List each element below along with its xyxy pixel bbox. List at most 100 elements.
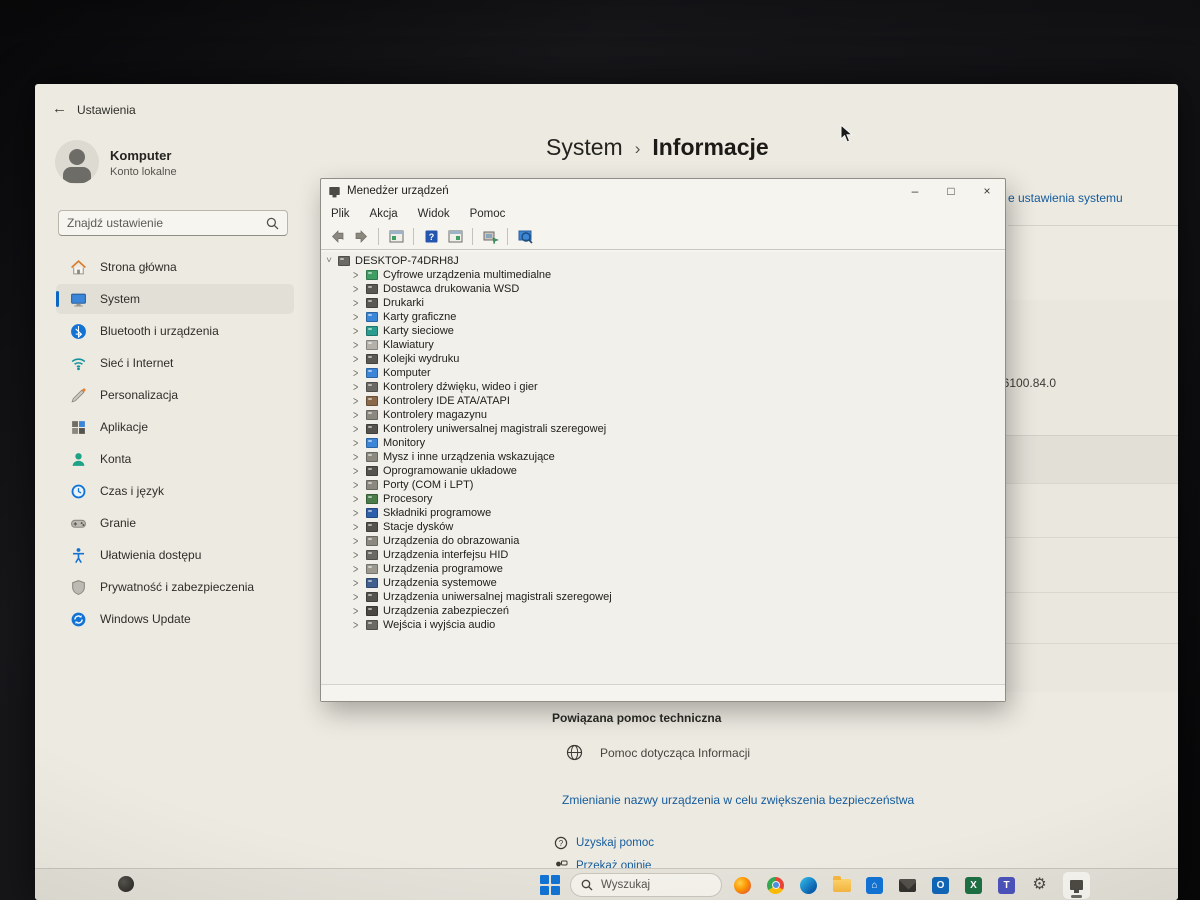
device-manager-taskbar-icon[interactable]	[1063, 872, 1090, 899]
console-tree-icon[interactable]	[386, 227, 406, 247]
sidebar-item-granie[interactable]: Granie	[56, 508, 294, 538]
sidebar-item-prywatno-i-zabezpieczenia[interactable]: Prywatność i zabezpieczenia	[56, 572, 294, 602]
tree-chevron-icon[interactable]: >	[353, 493, 361, 506]
tree-chevron-icon[interactable]: >	[353, 381, 361, 394]
device-tree-row[interactable]: >Wejścia i wyjścia audio	[353, 618, 495, 632]
device-tree-root[interactable]: >DESKTOP-74DRH8J	[325, 254, 459, 268]
edge-icon[interactable]	[799, 876, 818, 895]
tree-chevron-icon[interactable]: >	[353, 619, 361, 632]
properties-icon[interactable]	[445, 227, 465, 247]
outlook-icon[interactable]: O	[931, 876, 950, 895]
tree-chevron-icon[interactable]: >	[353, 297, 361, 310]
scan-hardware-icon[interactable]	[480, 227, 500, 247]
avatar[interactable]	[55, 140, 99, 184]
store-icon[interactable]: ⌂	[865, 876, 884, 895]
tree-chevron-icon[interactable]: >	[324, 257, 334, 265]
device-tree-row[interactable]: >Kontrolery uniwersalnej magistrali szer…	[353, 422, 606, 436]
device-tree-row[interactable]: >Urządzenia interfejsu HID	[353, 548, 508, 562]
tree-chevron-icon[interactable]: >	[353, 423, 361, 436]
help-icon[interactable]: ?	[421, 227, 441, 247]
device-tree-row[interactable]: >Monitory	[353, 436, 425, 450]
device-tree-row[interactable]: >Komputer	[353, 366, 431, 380]
tree-chevron-icon[interactable]: >	[353, 395, 361, 408]
settings-gear[interactable]: ⚙	[1030, 876, 1049, 895]
device-tree-row[interactable]: >Urządzenia systemowe	[353, 576, 497, 590]
tree-chevron-icon[interactable]: >	[353, 409, 361, 422]
tree-chevron-icon[interactable]: >	[353, 521, 361, 534]
mail-icon[interactable]	[898, 876, 917, 895]
tree-chevron-icon[interactable]: >	[353, 479, 361, 492]
tree-chevron-icon[interactable]: >	[353, 437, 361, 450]
tree-chevron-icon[interactable]: >	[353, 367, 361, 380]
tree-chevron-icon[interactable]: >	[353, 311, 361, 324]
device-tree-row[interactable]: >Karty graficzne	[353, 310, 456, 324]
search-input[interactable]: Znajdź ustawienie	[58, 210, 288, 236]
maximize-button[interactable]: □	[933, 179, 969, 203]
device-tree-row[interactable]: >Kontrolery IDE ATA/ATAPI	[353, 394, 510, 408]
device-tree-row[interactable]: >Drukarki	[353, 296, 424, 310]
help-topic-row[interactable]: Pomoc dotycząca Informacji	[566, 744, 750, 761]
device-tree-row[interactable]: >Karty sieciowe	[353, 324, 454, 338]
chrome-icon[interactable]	[766, 876, 785, 895]
menu-widok[interactable]: Widok	[418, 208, 450, 220]
sidebar-item-czas-i-j-zyk[interactable]: Czas i język	[56, 476, 294, 506]
device-tree-row[interactable]: >Oprogramowanie układowe	[353, 464, 517, 478]
teams-icon[interactable]: T	[997, 876, 1016, 895]
menu-plik[interactable]: Plik	[331, 208, 350, 220]
device-tree-row[interactable]: >Klawiatury	[353, 338, 434, 352]
file-explorer-icon[interactable]	[832, 876, 851, 895]
device-tree-row[interactable]: >Urządzenia programowe	[353, 562, 503, 576]
tree-chevron-icon[interactable]: >	[353, 283, 361, 296]
back-icon[interactable]: ←	[52, 100, 67, 117]
search-devices-icon[interactable]	[515, 227, 535, 247]
device-tree-row[interactable]: >Urządzenia do obrazowania	[353, 534, 519, 548]
device-tree-row[interactable]: >Kontrolery magazynu	[353, 408, 487, 422]
tree-chevron-icon[interactable]: >	[353, 451, 361, 464]
excel-icon[interactable]: X	[964, 876, 983, 895]
firefox-icon[interactable]	[733, 876, 752, 895]
back-icon[interactable]	[327, 227, 347, 247]
device-tree-row[interactable]: >Dostawca drukowania WSD	[353, 282, 519, 296]
sidebar-item-system[interactable]: System	[56, 284, 294, 314]
start-button[interactable]	[540, 875, 560, 895]
device-tree-row[interactable]: >Urządzenia uniwersalnej magistrali szer…	[353, 590, 612, 604]
tree-chevron-icon[interactable]: >	[353, 507, 361, 520]
sidebar-item-sie-i-internet[interactable]: Sieć i Internet	[56, 348, 294, 378]
close-button[interactable]: ×	[969, 179, 1005, 203]
tree-chevron-icon[interactable]: >	[353, 577, 361, 590]
rename-device-link[interactable]: Zmienianie nazwy urządzenia w celu zwięk…	[562, 793, 914, 807]
tree-chevron-icon[interactable]: >	[353, 563, 361, 576]
menu-akcja[interactable]: Akcja	[370, 208, 398, 220]
sidebar-item-bluetooth-i-urz-dzenia[interactable]: Bluetooth i urządzenia	[56, 316, 294, 346]
device-tree-row[interactable]: >Procesory	[353, 492, 433, 506]
device-tree-row[interactable]: >Cyfrowe urządzenia multimedialne	[353, 268, 551, 282]
sidebar-item-u-atwienia-dost-pu[interactable]: Ułatwienia dostępu	[56, 540, 294, 570]
sidebar-item-konta[interactable]: Konta	[56, 444, 294, 474]
forward-icon[interactable]	[351, 227, 371, 247]
sidebar-item-windows-update[interactable]: Windows Update	[56, 604, 294, 634]
tree-chevron-icon[interactable]: >	[353, 605, 361, 618]
advanced-system-settings-link[interactable]: e ustawienia systemu	[1008, 191, 1123, 205]
tree-chevron-icon[interactable]: >	[353, 269, 361, 282]
tree-chevron-icon[interactable]: >	[353, 339, 361, 352]
device-tree-row[interactable]: >Urządzenia zabezpieczeń	[353, 604, 509, 618]
device-tree-row[interactable]: >Składniki programowe	[353, 506, 491, 520]
tree-chevron-icon[interactable]: >	[353, 549, 361, 562]
tree-chevron-icon[interactable]: >	[353, 325, 361, 338]
get-help-row[interactable]: ? Uzyskaj pomoc	[554, 836, 654, 850]
sidebar-item-aplikacje[interactable]: Aplikacje	[56, 412, 294, 442]
tree-chevron-icon[interactable]: >	[353, 591, 361, 604]
device-tree-row[interactable]: >Stacje dysków	[353, 520, 453, 534]
sidebar-item-personalizacja[interactable]: Personalizacja	[56, 380, 294, 410]
tree-chevron-icon[interactable]: >	[353, 353, 361, 366]
get-help-link[interactable]: Uzyskaj pomoc	[576, 837, 654, 849]
tree-chevron-icon[interactable]: >	[353, 465, 361, 478]
device-manager-titlebar[interactable]: Menedżer urządzeń – □ ×	[321, 179, 1005, 203]
taskbar-search[interactable]: Wyszukaj	[570, 873, 722, 897]
device-tree-row[interactable]: >Kolejki wydruku	[353, 352, 459, 366]
device-tree-row[interactable]: >Mysz i inne urządzenia wskazujące	[353, 450, 555, 464]
device-tree-row[interactable]: >Porty (COM i LPT)	[353, 478, 473, 492]
device-tree-row[interactable]: >Kontrolery dźwięku, wideo i gier	[353, 380, 538, 394]
menu-pomoc[interactable]: Pomoc	[470, 208, 506, 220]
sidebar-item-strona-g-wna[interactable]: Strona główna	[56, 252, 294, 282]
